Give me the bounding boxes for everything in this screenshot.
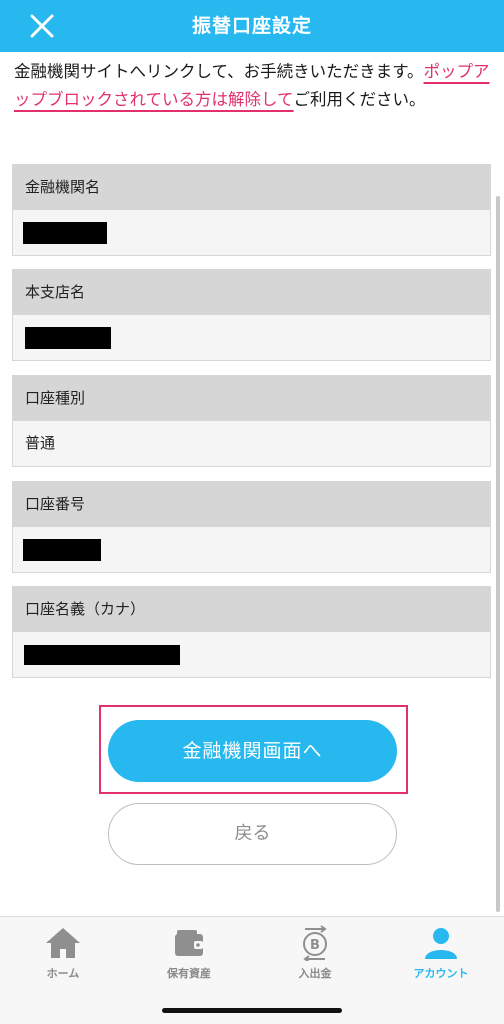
- field-label: 口座番号: [13, 482, 490, 527]
- home-icon: [46, 928, 80, 958]
- wallet-icon: [175, 930, 203, 956]
- scrollbar[interactable]: [496, 196, 500, 912]
- redaction-bar: [25, 327, 111, 349]
- app-header: 振替口座設定: [0, 0, 504, 52]
- tab-label: アカウント: [413, 967, 469, 980]
- tab-account[interactable]: アカウント: [378, 925, 504, 981]
- field-value: [13, 210, 490, 255]
- field-value-text: 普通: [25, 434, 56, 452]
- field-label: 口座種別: [13, 376, 490, 421]
- field-branch-name: 本支店名: [12, 269, 491, 361]
- field-account-number: 口座番号: [12, 481, 491, 573]
- bitcoin-transfer-icon: B: [303, 925, 327, 961]
- field-value: 普通: [13, 421, 490, 466]
- tab-home[interactable]: ホーム: [0, 925, 126, 981]
- intro-text-before: 金融機関サイトへリンクして、お手続きいただきます。: [14, 62, 424, 81]
- tab-label: ホーム: [46, 967, 80, 980]
- redaction-bar: [23, 222, 107, 244]
- field-value: [13, 632, 490, 677]
- go-to-bank-button[interactable]: 金融機関画面へ: [108, 720, 397, 782]
- tab-assets[interactable]: 保有資産: [126, 925, 252, 981]
- field-account-holder-kana: 口座名義（カナ）: [12, 586, 491, 678]
- tab-label: 保有資産: [167, 967, 211, 980]
- intro-text-after: ご利用ください。: [293, 90, 426, 109]
- field-label: 本支店名: [13, 270, 490, 315]
- field-value: [13, 527, 490, 572]
- home-indicator: [162, 1008, 342, 1013]
- field-account-type: 口座種別 普通: [12, 375, 491, 467]
- redaction-bar: [23, 539, 101, 561]
- field-bank-name: 金融機関名: [12, 164, 491, 256]
- account-icon: [425, 928, 457, 959]
- intro-text: 金融機関サイトへリンクして、お手続きいただきます。ポップアップブロックされている…: [14, 58, 492, 114]
- page-title: 振替口座設定: [191, 15, 312, 37]
- back-button[interactable]: 戻る: [108, 803, 397, 865]
- tab-label: 入出金: [298, 967, 332, 980]
- tab-deposit-withdraw[interactable]: B 入出金: [252, 925, 378, 981]
- field-label: 金融機関名: [13, 165, 490, 210]
- redaction-bar: [24, 645, 180, 665]
- field-label: 口座名義（カナ）: [13, 587, 490, 632]
- svg-text:B: B: [310, 938, 320, 953]
- field-value: [13, 315, 490, 360]
